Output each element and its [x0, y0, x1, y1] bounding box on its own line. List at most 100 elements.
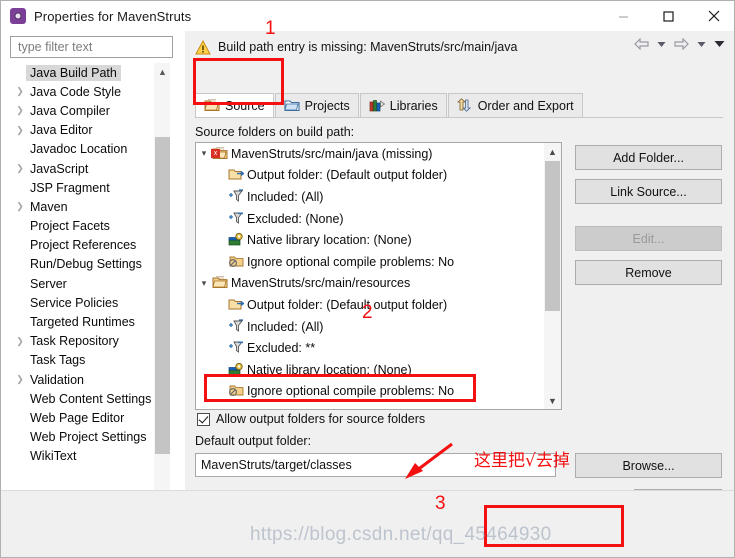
tree-row-label: Excluded: (None) [247, 211, 344, 226]
source-folder-icon [204, 98, 220, 114]
sidebar-item-label: Server [30, 276, 67, 291]
annotation-arrow [405, 442, 453, 479]
sidebar-item-web-project-settings[interactable]: Web Project Settings [10, 428, 158, 447]
warning-icon [195, 39, 211, 55]
tree-row[interactable]: Included: (All) [196, 186, 544, 208]
tab-projects[interactable]: Projects [274, 93, 359, 117]
tree-row[interactable]: Excluded: (None) [196, 208, 544, 230]
chevron-right-icon[interactable]: ❯ [12, 125, 28, 135]
tree-row[interactable]: Native library location: (None) [196, 359, 544, 381]
annotation-number-2: 2 [362, 302, 373, 323]
included-filter-icon [228, 189, 244, 205]
tree-row[interactable]: Excluded: ** [196, 337, 544, 359]
output-folder-icon [228, 297, 245, 313]
back-arrow-icon[interactable] [631, 36, 652, 52]
sidebar-item-server[interactable]: Server [10, 274, 158, 293]
sidebar-item-label: Java Compiler [30, 103, 110, 118]
sidebar-item-web-content-settings[interactable]: Web Content Settings [10, 389, 158, 408]
sidebar-item-project-facets[interactable]: Project Facets [10, 217, 158, 236]
sidebar-item-label: Targeted Runtimes [30, 315, 135, 330]
sidebar-item-run-debug-settings[interactable]: Run/Debug Settings [10, 255, 158, 274]
tree-row[interactable]: Ignore optional compile problems: No [196, 381, 544, 403]
tree-row[interactable]: Output folder: (Default output folder) [196, 165, 544, 187]
tree-row[interactable]: Native library location: (None) [196, 229, 544, 251]
more-chevron-down-icon[interactable] [711, 38, 728, 50]
tree-row[interactable]: ▾ x MavenStruts/src/main/java (missing) [196, 143, 544, 165]
source-folder-icon [212, 275, 228, 291]
close-button[interactable] [691, 1, 734, 31]
sidebar-item-label: Validation [30, 372, 84, 387]
properties-gear-icon [10, 8, 26, 24]
annotation-number-1: 1 [265, 18, 276, 39]
tab-label: Projects [304, 98, 350, 113]
native-library-icon [228, 362, 244, 378]
sidebar-item-maven[interactable]: ❯ Maven [10, 197, 158, 216]
native-library-icon [228, 232, 244, 248]
add-folder-button[interactable]: Add Folder... [575, 145, 722, 170]
sidebar-item-targeted-runtimes[interactable]: Targeted Runtimes [10, 312, 158, 331]
chevron-down-icon[interactable]: ▾ [196, 148, 212, 159]
sidebar-item-validation[interactable]: ❯ Validation [10, 370, 158, 389]
forward-arrow-icon[interactable] [671, 36, 692, 52]
sidebar-item-web-page-editor[interactable]: Web Page Editor [10, 408, 158, 427]
sidebar-item-wikitext[interactable]: WikiText [10, 447, 158, 466]
tree-scrollbar-thumb[interactable] [545, 161, 560, 311]
sidebar-item-jsp-fragment[interactable]: JSP Fragment [10, 178, 158, 197]
tree-vertical-scrollbar[interactable]: ▲ ▼ [544, 143, 561, 409]
filter-input[interactable] [16, 39, 167, 55]
tree-row-label: MavenStruts/src/main/java (missing) [231, 146, 433, 161]
tab-source[interactable]: Source [195, 93, 274, 117]
minimize-button[interactable] [601, 1, 646, 31]
sidebar-item-service-policies[interactable]: Service Policies [10, 293, 158, 312]
scroll-up-icon[interactable]: ▲ [154, 63, 171, 80]
remove-button[interactable]: Remove [575, 260, 722, 285]
tab-order-and-export[interactable]: Order and Export [447, 93, 583, 117]
link-source-button[interactable]: Link Source... [575, 179, 722, 204]
chevron-right-icon[interactable]: ❯ [12, 164, 28, 173]
forward-chevron-down-icon[interactable] [694, 39, 709, 50]
tree-scroll-down-icon[interactable]: ▼ [544, 392, 561, 409]
title-bar: Properties for MavenStruts [1, 1, 734, 31]
sidebar-vertical-scrollbar[interactable]: ▲ ▼ [153, 63, 170, 515]
annotation-number-3: 3 [435, 493, 446, 514]
sidebar-item-java-code-style[interactable]: ❯ Java Code Style [10, 82, 158, 101]
sidebar-item-java-build-path[interactable]: Java Build Path [10, 63, 158, 82]
sidebar-item-label: Javadoc Location [30, 142, 128, 157]
tree-row[interactable]: Ignore optional compile problems: No [196, 251, 544, 273]
scrollbar-thumb[interactable] [155, 137, 170, 454]
browse-button[interactable]: Browse... [575, 453, 722, 478]
back-chevron-down-icon[interactable] [654, 39, 669, 50]
tree-row-label: Output folder: (Default output folder) [247, 168, 448, 183]
chevron-right-icon[interactable]: ❯ [12, 87, 28, 96]
allow-output-folders-checkbox-row[interactable]: Allow output folders for source folders [197, 412, 425, 426]
sidebar-item-javadoc-location[interactable]: Javadoc Location [10, 140, 158, 159]
maximize-button[interactable] [646, 1, 691, 31]
build-path-tabs: Source Projects Libraries Order and Export [195, 93, 723, 118]
window-controls [601, 1, 734, 31]
chevron-right-icon[interactable]: ❯ [12, 336, 28, 346]
sidebar-item-label: WikiText [30, 449, 77, 464]
ignore-problems-icon [228, 383, 244, 399]
source-folders-tree[interactable]: ▾ x MavenStruts/src/main/java (missing) Out… [195, 142, 562, 410]
properties-dialog: Properties for MavenStruts Java Build Pa… [0, 0, 735, 558]
filter-input-wrapper[interactable] [10, 36, 173, 58]
sidebar-item-task-repository[interactable]: ❯ Task Repository [10, 332, 158, 351]
sidebar-item-java-editor[interactable]: ❯ Java Editor [10, 121, 158, 140]
sidebar-item-javascript[interactable]: ❯ JavaScript [10, 159, 158, 178]
tab-label: Libraries [389, 98, 438, 113]
order-export-arrows-icon [456, 97, 473, 114]
chevron-right-icon[interactable]: ❯ [12, 375, 28, 384]
tab-libraries[interactable]: Libraries [359, 93, 447, 117]
tree-row[interactable]: ▾ MavenStruts/src/main/resources [196, 273, 544, 295]
sidebar-item-java-compiler[interactable]: ❯ Java Compiler [10, 101, 158, 120]
sidebar-item-task-tags[interactable]: Task Tags [10, 351, 158, 370]
sidebar-item-label: Project Facets [30, 219, 110, 234]
sidebar-item-project-references[interactable]: Project References [10, 236, 158, 255]
chevron-down-icon[interactable]: ▾ [196, 278, 212, 289]
chevron-right-icon[interactable]: ❯ [12, 106, 28, 115]
allow-output-folders-checkbox[interactable] [197, 412, 210, 426]
dialog-footer: ? Apply and Close Cancel [1, 491, 734, 557]
source-folder-error-icon: x [211, 146, 228, 162]
tree-scroll-up-icon[interactable]: ▲ [544, 143, 561, 160]
chevron-right-icon[interactable]: ❯ [12, 202, 28, 211]
